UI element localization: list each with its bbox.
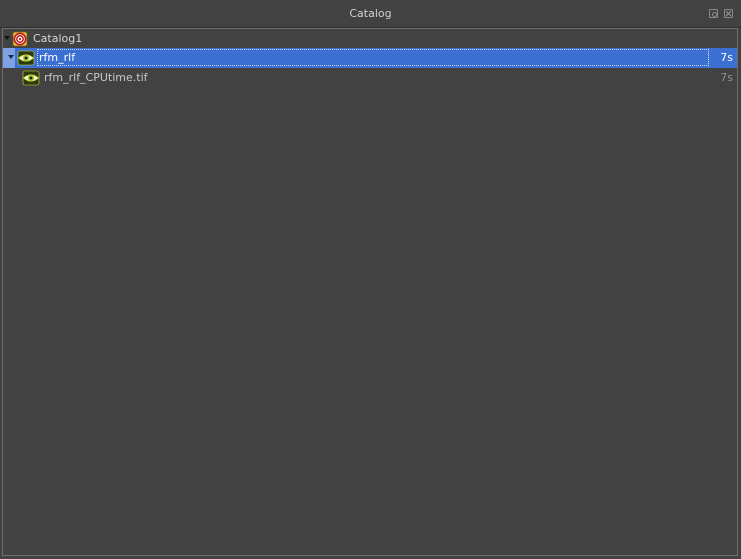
- catalog-tree: Catalog1 rfm_rlf 7s rfm_rlf_CPUtime.tif …: [2, 28, 738, 556]
- render-time: 7s: [720, 71, 733, 84]
- eye-icon: [22, 70, 40, 86]
- expand-arrow-icon[interactable]: [8, 55, 14, 59]
- render-time: 7s: [720, 51, 733, 64]
- catalog-window: Catalog Catalog1 rfm_rlf 7s rfm_rlf_CPUt…: [0, 0, 741, 559]
- tree-item-label: rfm_rlf_CPUtime.tif: [44, 71, 148, 84]
- tree-item-label: Catalog1: [33, 32, 83, 45]
- tree-item-label: rfm_rlf: [39, 51, 76, 64]
- tree-item-catalog1[interactable]: Catalog1: [3, 29, 737, 49]
- catalog-target-icon: [12, 31, 28, 47]
- tree-item-cputime-tif[interactable]: rfm_rlf_CPUtime.tif 7s: [3, 68, 737, 88]
- eye-icon: [17, 50, 35, 66]
- focus-outline: [37, 49, 709, 66]
- window-title: Catalog: [349, 7, 392, 20]
- expand-arrow-icon[interactable]: [4, 36, 10, 40]
- title-bar[interactable]: Catalog: [0, 0, 741, 28]
- float-icon[interactable]: [709, 9, 718, 18]
- tree-item-rfm-rlf[interactable]: rfm_rlf 7s: [3, 48, 737, 68]
- close-icon[interactable]: [724, 9, 733, 18]
